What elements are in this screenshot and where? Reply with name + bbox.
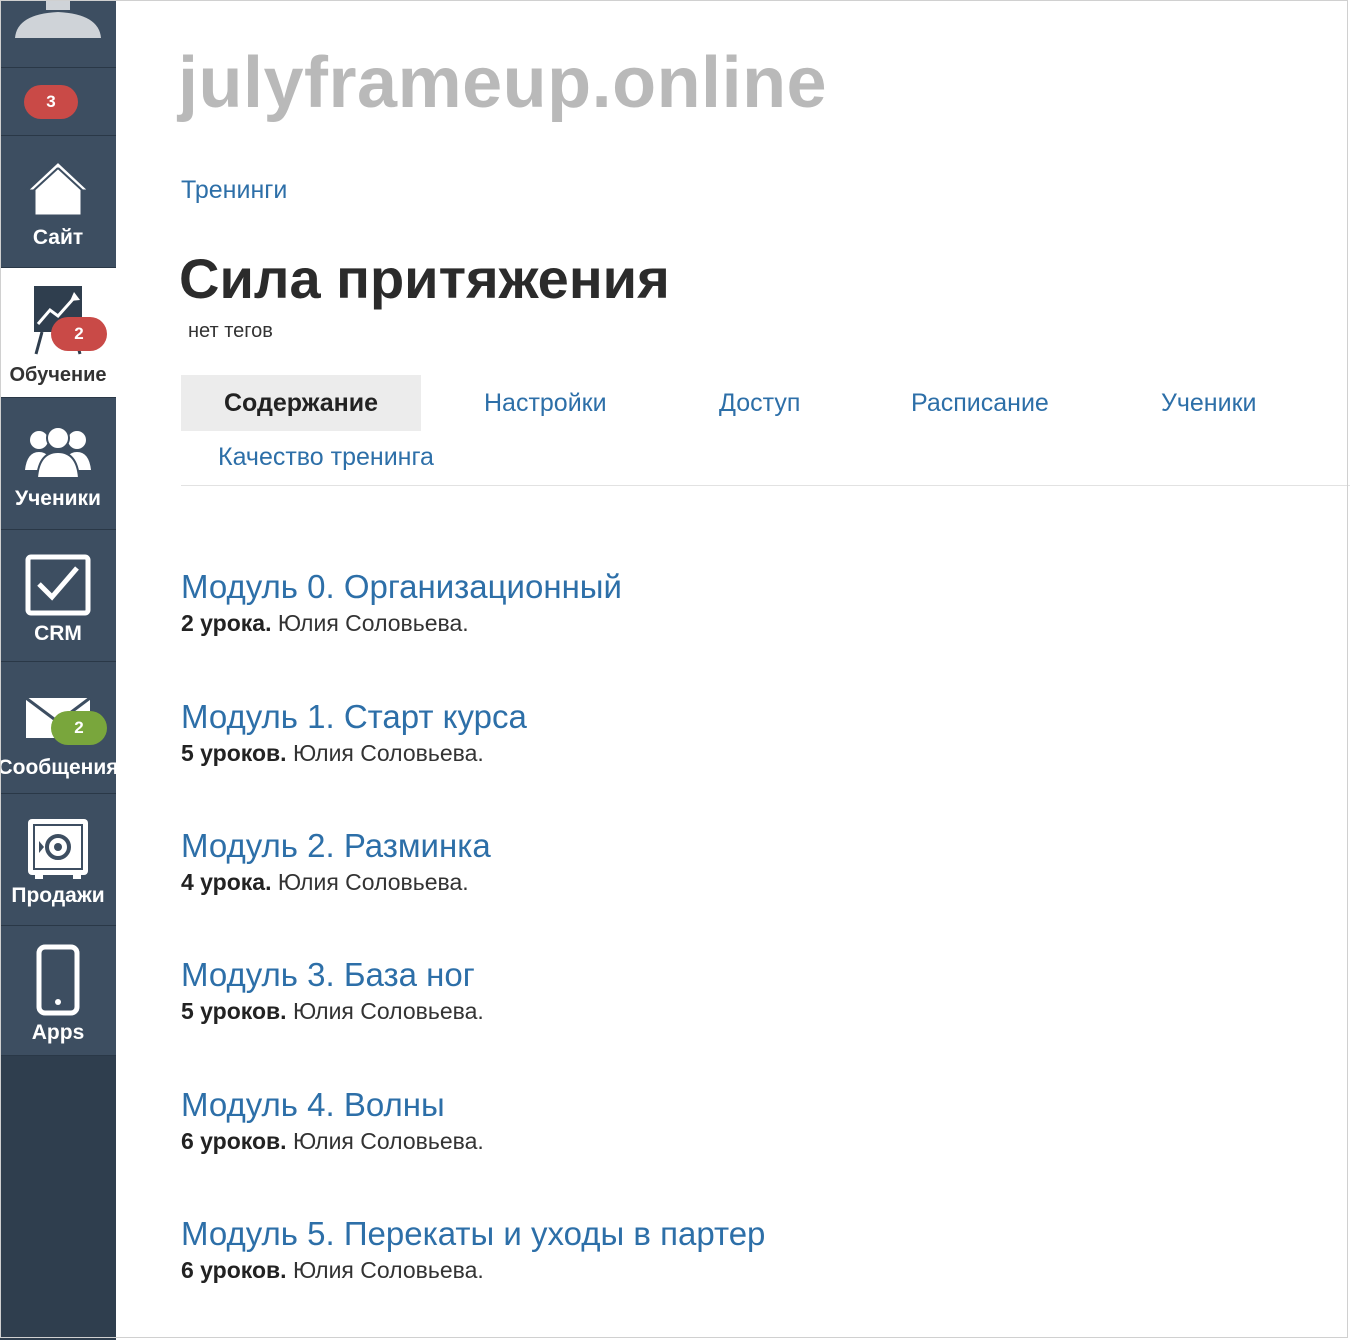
sidebar-item-label: CRM (34, 622, 82, 645)
sidebar-item-label: Обучение (9, 364, 107, 386)
safe-icon (0, 816, 116, 880)
module-link[interactable]: Модуль 1. Старт курса (181, 697, 527, 737)
sidebar-item-label: Сайт (32, 226, 84, 249)
module-link[interactable]: Модуль 0. Организационный (181, 567, 622, 607)
sidebar-profile[interactable] (0, 0, 116, 68)
module-author: Юлия Соловьева. (277, 610, 469, 636)
lesson-count: 6 уроков. (181, 1128, 287, 1154)
tab-access[interactable]: Доступ (719, 389, 800, 418)
module-link[interactable]: Модуль 5. Перекаты и уходы в партер (181, 1214, 765, 1254)
sidebar-item-messages[interactable]: 2 Сообщения (0, 662, 116, 794)
module-meta: 5 уроков. Юлия Соловьева. (181, 997, 484, 1025)
module-meta: 6 уроков. Юлия Соловьева. (181, 1256, 765, 1284)
list-item: Модуль 5. Перекаты и уходы в партер 6 ур… (181, 1214, 765, 1284)
checkbox-icon (0, 554, 116, 616)
lesson-count: 6 уроков. (181, 1257, 287, 1283)
breadcrumb-trainings[interactable]: Тренинги (181, 176, 287, 205)
tab-settings[interactable]: Настройки (484, 389, 607, 418)
list-item: Модуль 1. Старт курса 5 уроков. Юлия Сол… (181, 697, 527, 767)
site-title: julyframeup.online (178, 43, 828, 123)
list-item: Модуль 2. Разминка 4 урока. Юлия Соловье… (181, 826, 491, 896)
tab-training-quality[interactable]: Качество тренинга (218, 443, 434, 472)
list-item: Модуль 4. Волны 6 уроков. Юлия Соловьева… (181, 1085, 484, 1155)
sidebar-item-label: Продажи (11, 884, 105, 907)
sidebar-notifications[interactable]: 3 (0, 68, 116, 136)
module-meta: 2 урока. Юлия Соловьева. (181, 609, 622, 637)
sidebar-item-site[interactable]: Сайт (0, 136, 116, 268)
left-sidebar: 3 Сайт 2 Обучение Ученики CRM 2 Сообщени… (0, 0, 116, 1340)
sidebar-item-students[interactable]: Ученики (0, 398, 116, 530)
tabs-divider (181, 485, 1350, 486)
lesson-count: 4 урока. (181, 869, 272, 895)
lesson-count: 5 уроков. (181, 998, 287, 1024)
module-meta: 6 уроков. Юлия Соловьева. (181, 1127, 484, 1155)
tab-students[interactable]: Ученики (1161, 389, 1256, 418)
page-title: Сила притяжения (179, 247, 670, 310)
sidebar-item-label: Ученики (15, 487, 101, 510)
module-author: Юлия Соловьева. (292, 1128, 484, 1154)
tab-content[interactable]: Содержание (181, 375, 421, 431)
list-item: Модуль 0. Организационный 2 урока. Юлия … (181, 567, 622, 637)
sidebar-item-sales[interactable]: Продажи (0, 794, 116, 926)
lesson-count: 5 уроков. (181, 740, 287, 766)
phone-icon (0, 944, 116, 1016)
tags-label: нет тегов (188, 320, 273, 342)
user-avatar-icon (0, 0, 116, 44)
notifications-badge: 3 (24, 85, 78, 119)
module-link[interactable]: Модуль 2. Разминка (181, 826, 491, 866)
users-icon (0, 426, 116, 480)
sidebar-item-apps[interactable]: Apps (0, 926, 116, 1056)
sidebar-item-training[interactable]: 2 Обучение (0, 268, 116, 398)
module-author: Юлия Соловьева. (292, 1257, 484, 1283)
module-author: Юлия Соловьева. (277, 869, 469, 895)
tab-schedule[interactable]: Расписание (911, 389, 1049, 418)
module-meta: 5 уроков. Юлия Соловьева. (181, 739, 527, 767)
list-item: Модуль 3. База ног 5 уроков. Юлия Соловь… (181, 955, 484, 1025)
lesson-count: 2 урока. (181, 610, 272, 636)
module-author: Юлия Соловьева. (292, 998, 484, 1024)
module-link[interactable]: Модуль 3. База ног (181, 955, 484, 995)
sidebar-item-label: Сообщения (0, 756, 116, 779)
sidebar-item-label: Apps (31, 1021, 85, 1044)
messages-badge: 2 (51, 711, 107, 745)
module-meta: 4 урока. Юлия Соловьева. (181, 868, 491, 896)
house-icon (0, 158, 116, 218)
sidebar-item-crm[interactable]: CRM (0, 530, 116, 662)
module-author: Юлия Соловьева. (292, 740, 484, 766)
module-link[interactable]: Модуль 4. Волны (181, 1085, 484, 1125)
training-badge: 2 (51, 317, 107, 351)
